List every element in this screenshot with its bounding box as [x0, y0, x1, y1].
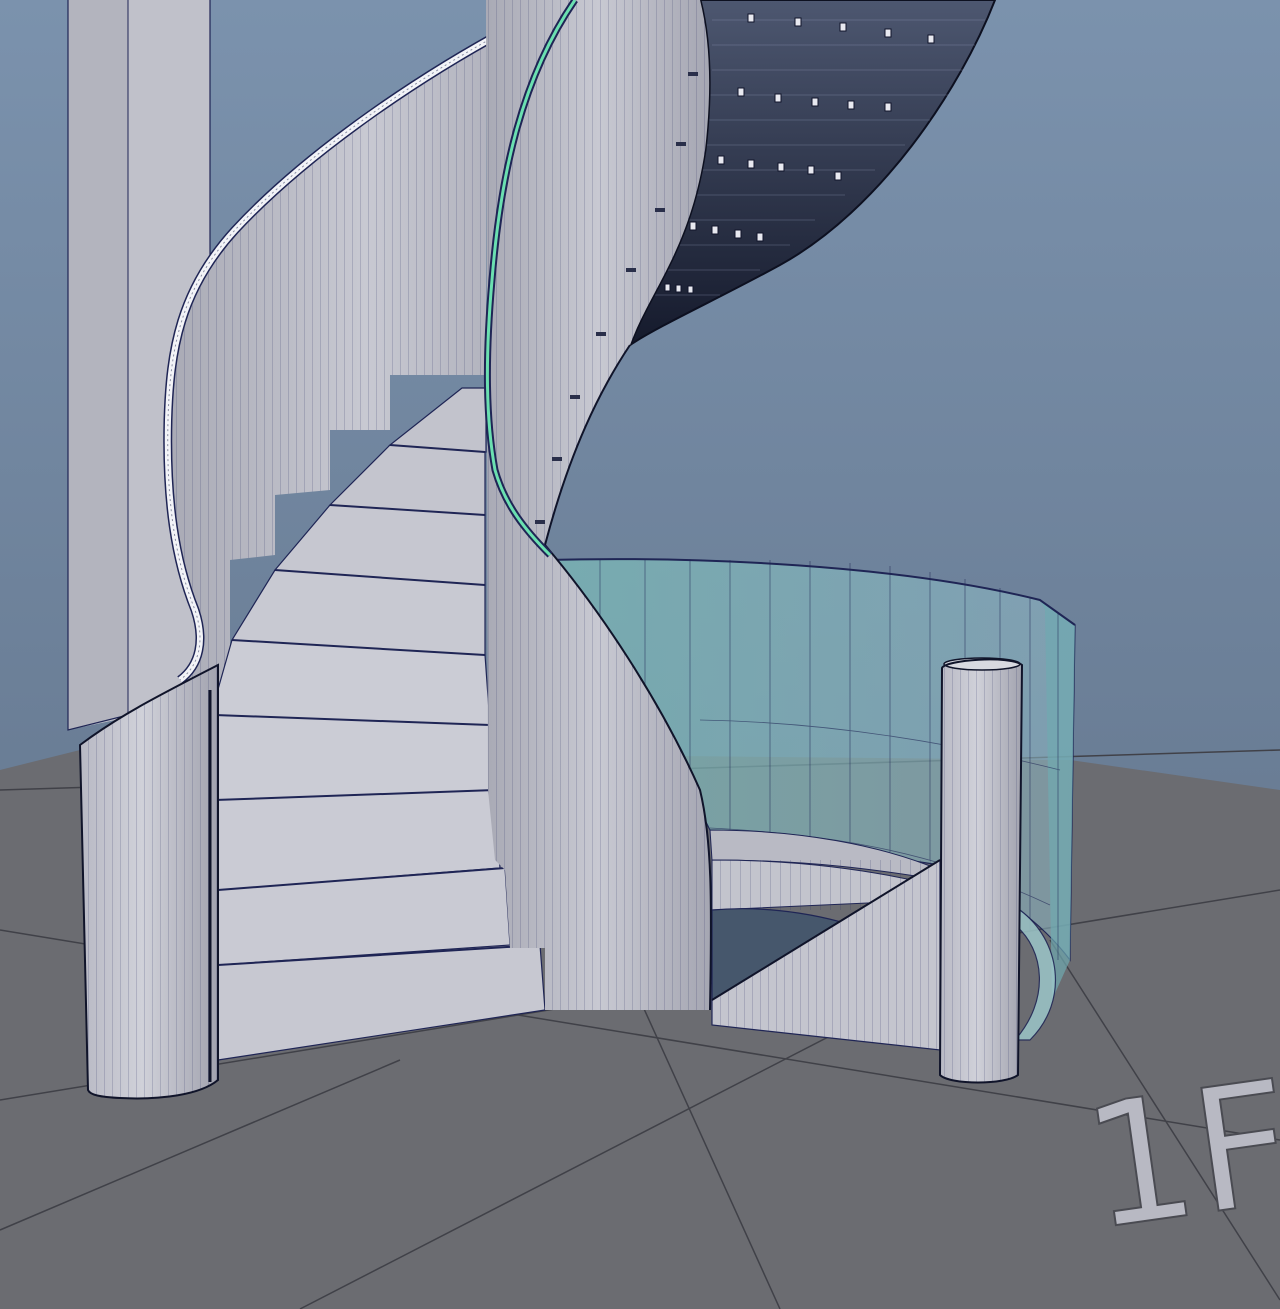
step-4 — [214, 714, 496, 801]
viewport-canvas[interactable]: 1F — [0, 0, 1280, 1309]
newel-post-right[interactable] — [938, 657, 1024, 1084]
newel-post-left[interactable] — [78, 663, 219, 1100]
floor-label: 1F — [1073, 1044, 1280, 1269]
stairwell-opening[interactable] — [709, 829, 941, 1051]
3d-viewport[interactable]: 1F — [0, 0, 1280, 1309]
